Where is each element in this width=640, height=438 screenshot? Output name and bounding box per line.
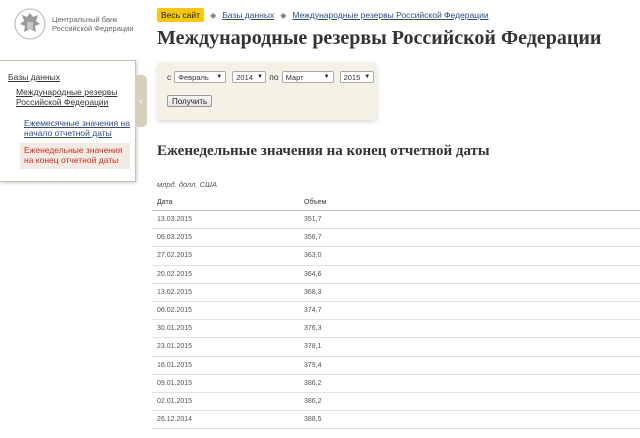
get-data-button[interactable]: Получить [167, 95, 213, 107]
cell-date: 06.02.2015 [157, 307, 193, 315]
breadcrumb-databases-link[interactable]: Базы данных [222, 10, 274, 20]
cell-date: 30.01.2015 [157, 325, 193, 333]
breadcrumb-reserves-link[interactable]: Международные резервы Российской Федерац… [292, 10, 488, 20]
dropdown-arrow-icon: ▼ [323, 74, 330, 80]
dropdown-arrow-icon: ▼ [256, 74, 263, 80]
cell-volume: 374,7 [304, 307, 322, 315]
table-header: Дата Объем [152, 195, 640, 211]
from-label: с [167, 72, 172, 82]
table-row: 06.03.2015 356,7 [152, 229, 640, 248]
eagle-emblem-icon [14, 8, 46, 40]
cell-volume: 363,0 [304, 252, 322, 260]
to-month-select[interactable]: Март ▼ [281, 71, 334, 83]
cell-volume: 376,3 [304, 325, 322, 333]
breadcrumb: Весь сайт ◆ Базы данных ◆ Международные … [157, 8, 489, 22]
to-year-value: 2015 [343, 72, 361, 82]
table-row: 02.01.2015 386,2 [152, 393, 640, 412]
table-body: 13.03.2015 351,7 06.03.2015 356,7 27.02.2015… [152, 211, 640, 430]
units-label: млрд. долл. США [157, 180, 217, 189]
table-row: 23.01.2015 378,1 [152, 338, 640, 357]
from-year-value: 2014 [236, 72, 253, 82]
cell-volume: 364,6 [304, 270, 322, 278]
logo-line-1: Центральный банк [52, 15, 118, 24]
cell-volume: 379,4 [304, 361, 322, 369]
sidebar-item-databases[interactable]: Базы данных [8, 72, 60, 82]
cell-volume: 351,7 [304, 216, 322, 224]
cell-date: 06.03.2015 [157, 234, 193, 242]
table-row: 26.12.2014 388,5 [152, 411, 640, 430]
from-month-select[interactable]: Февраль ▼ [174, 71, 227, 83]
cell-date: 26.12.2014 [157, 416, 193, 424]
table-row: 06.02.2015 374,7 [152, 302, 640, 321]
cell-volume: 386,2 [304, 397, 322, 405]
sidebar-item-weekly-active[interactable]: Еженедельные значения на конец отчетной … [20, 143, 130, 169]
sidebar-nav: Базы данных Международные резервы Россий… [0, 60, 136, 182]
filter-panel: с Февраль ▼ 2014 ▼ по Март ▼ 2015 ▼ Полу… [157, 62, 377, 120]
cell-date: 02.01.2015 [157, 397, 193, 405]
logo-line-2: Российской Федерации [52, 24, 134, 33]
logo-text: Центральный банк Российской Федерации [52, 15, 134, 33]
column-header-date: Дата [157, 199, 173, 206]
sidebar-item-monthly[interactable]: Ежемесячные значения на начало отчетной … [24, 118, 134, 138]
table-row: 16.01.2015 379,4 [152, 357, 640, 375]
sidebar-collapse-button[interactable]: ‹ [135, 75, 147, 127]
cell-date: 13.03.2015 [157, 216, 193, 224]
cell-volume: 388,5 [304, 416, 322, 424]
all-site-button[interactable]: Весь сайт [157, 8, 205, 22]
breadcrumb-separator-icon: ◆ [280, 10, 287, 20]
column-header-volume: Объем [304, 199, 327, 206]
from-year-select[interactable]: 2014 ▼ [232, 71, 267, 83]
to-year-select[interactable]: 2015 ▼ [339, 71, 374, 83]
cell-date: 16.01.2015 [157, 361, 193, 369]
dropdown-arrow-icon: ▼ [364, 74, 371, 80]
cell-date: 27.02.2015 [157, 252, 193, 260]
reserves-table: Дата Объем 13.03.2015 351,7 06.03.2015 356,… [152, 195, 640, 430]
bank-logo[interactable]: Центральный банк Российской Федерации [10, 4, 150, 44]
page-title: Международные резервы Российской Федерац… [157, 27, 602, 49]
chevron-left-icon: ‹ [139, 95, 143, 107]
cell-volume: 386,2 [304, 379, 322, 387]
dropdown-arrow-icon: ▼ [216, 74, 223, 80]
to-label: по [269, 72, 279, 82]
cell-volume: 378,1 [304, 343, 322, 351]
cell-date: 23.01.2015 [157, 343, 193, 351]
table-row: 27.02.2015 363,0 [152, 247, 640, 266]
table-row: 20.02.2015 364,6 [152, 266, 640, 284]
cell-date: 20.02.2015 [157, 270, 193, 278]
to-month-value: Март [285, 72, 304, 82]
cell-date: 09.01.2015 [157, 379, 193, 387]
cell-date: 13.02.2015 [157, 288, 193, 296]
section-title: Еженедельные значения на конец отчетной … [157, 143, 490, 159]
from-month-value: Февраль [178, 72, 209, 82]
cell-volume: 368,3 [304, 288, 322, 296]
date-range-row: с Февраль ▼ 2014 ▼ по Март ▼ 2015 ▼ [167, 71, 377, 83]
table-row: 13.03.2015 351,7 [152, 211, 640, 230]
sidebar-item-reserves[interactable]: Международные резервы Российской Федерац… [16, 87, 134, 107]
table-row: 13.02.2015 368,3 [152, 284, 640, 302]
cell-volume: 356,7 [304, 234, 322, 242]
breadcrumb-separator-icon: ◆ [210, 10, 217, 20]
table-row: 30.01.2015 376,3 [152, 320, 640, 339]
table-row: 09.01.2015 386,2 [152, 375, 640, 393]
